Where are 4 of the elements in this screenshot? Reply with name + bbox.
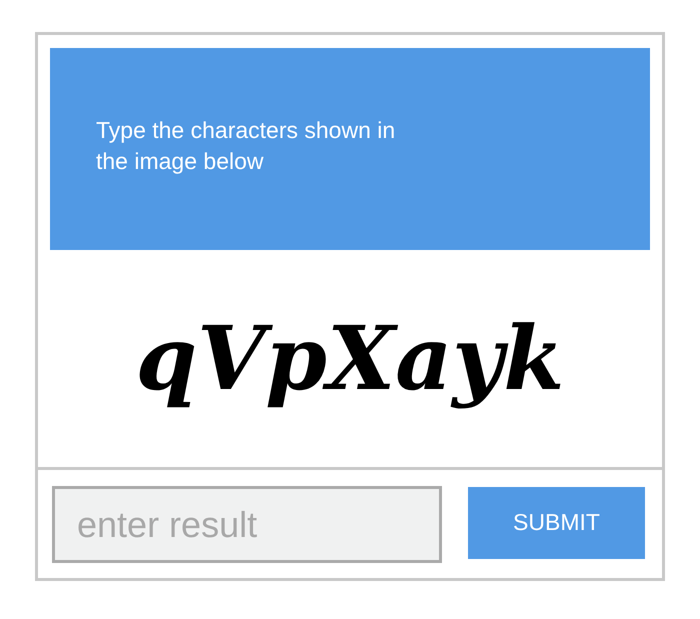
captcha-text: qVpXayk — [134, 305, 566, 412]
prompt-text: Type the characters shown in the image below — [96, 116, 396, 176]
answer-field[interactable]: enter result — [52, 486, 442, 563]
submit-button[interactable]: SUBMIT — [468, 486, 645, 558]
